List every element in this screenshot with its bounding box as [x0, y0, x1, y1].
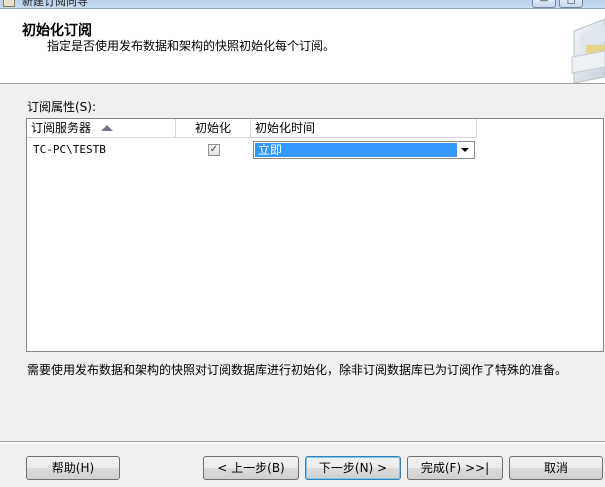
init-time-dropdown[interactable]: 立即 [253, 141, 475, 159]
table-row[interactable]: TC-PC\TESTB ✓ 立即 [27, 139, 477, 160]
init-time-value: 立即 [255, 143, 457, 157]
initialize-checkbox[interactable]: ✓ [208, 144, 220, 156]
subscription-grid[interactable]: 订阅服务器 初始化 初始化时间 TC-PC\TESTB ✓ 立即 [26, 118, 604, 352]
footer-divider [0, 441, 605, 443]
maximize-button[interactable]: □ [559, 0, 583, 8]
column-header-server[interactable]: 订阅服务器 [27, 119, 176, 138]
window-title: 新建订阅向导 [22, 0, 88, 8]
next-button[interactable]: 下一步(N) > [305, 456, 401, 480]
subscription-properties-label: 订阅属性(S): [27, 100, 97, 114]
sort-ascending-icon [101, 125, 113, 131]
wizard-graphic-icon [571, 18, 605, 83]
cancel-button[interactable]: 取消 [509, 456, 603, 480]
initialization-description: 需要使用发布数据和架构的快照对订阅数据库进行初始化，除非订阅数据库已为订阅作了特… [27, 363, 568, 377]
column-header-init-time[interactable]: 初始化时间 [251, 119, 477, 138]
subscriber-server-cell: TC-PC\TESTB [33, 143, 106, 156]
finish-button[interactable]: 完成(F) >>| [407, 456, 503, 480]
back-button[interactable]: < 上一步(B) [203, 456, 299, 480]
app-icon [3, 0, 15, 7]
page-subtitle: 指定是否使用发布数据和架构的快照初始化每个订阅。 [47, 39, 336, 53]
column-header-initialize[interactable]: 初始化 [176, 119, 251, 138]
title-bar: 新建订阅向导 — □ [0, 0, 605, 9]
wizard-header: 初始化订阅 指定是否使用发布数据和架构的快照初始化每个订阅。 [0, 9, 605, 84]
minimize-button[interactable]: — [532, 0, 556, 8]
help-button[interactable]: 帮助(H) [26, 456, 120, 480]
chevron-down-icon[interactable] [461, 148, 469, 152]
grid-header: 订阅服务器 初始化 初始化时间 [27, 119, 477, 138]
